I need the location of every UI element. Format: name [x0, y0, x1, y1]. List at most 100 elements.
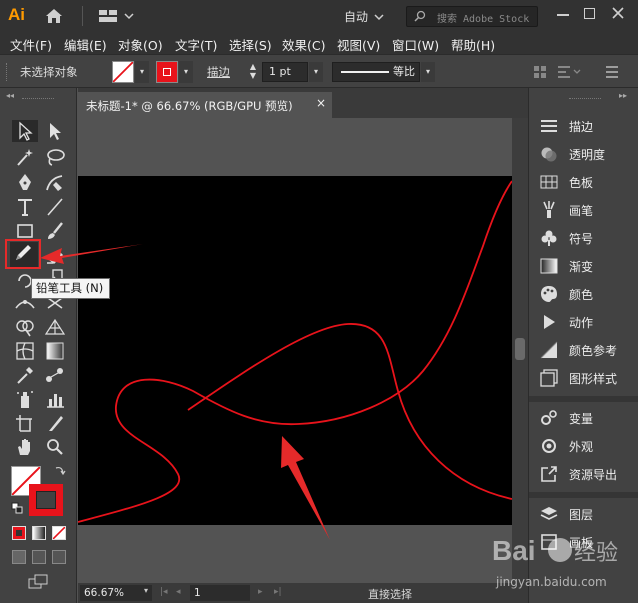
panel-color-guide[interactable]: 颜色参考	[529, 336, 638, 364]
workspace-mode[interactable]: 自动	[344, 8, 368, 25]
gradient-mode-button[interactable]	[32, 526, 46, 540]
blend-tool[interactable]	[42, 364, 68, 386]
menu-effect[interactable]: 效果(C)	[282, 35, 325, 54]
panel-separator	[529, 396, 638, 402]
document-tab[interactable]: 未标题-1* @ 66.67% (RGB/GPU 预览) ×	[78, 92, 332, 118]
draw-normal-icon[interactable]	[12, 550, 26, 564]
panel-separator	[529, 492, 638, 498]
menu-view[interactable]: 视图(V)	[337, 35, 380, 54]
chevron-down-icon[interactable]	[374, 10, 384, 24]
panel-menu-icon[interactable]	[604, 64, 620, 83]
draw-inside-icon[interactable]	[52, 550, 66, 564]
app-logo: Ai	[8, 5, 25, 24]
panel-variables[interactable]: 变量	[529, 404, 638, 432]
stroke-color-box[interactable]	[29, 484, 63, 516]
eyedropper-tool[interactable]	[12, 364, 38, 386]
panel-asset-export[interactable]: 资源导出	[529, 460, 638, 488]
symbol-sprayer-tool[interactable]	[12, 388, 38, 410]
panel-brushes[interactable]: 画笔	[529, 196, 638, 224]
menu-file[interactable]: 文件(F)	[10, 35, 52, 54]
type-tool[interactable]	[12, 196, 38, 218]
transform-icon[interactable]	[556, 64, 582, 83]
stroke-weight-field[interactable]: 1 pt	[262, 62, 308, 82]
column-graph-tool[interactable]	[42, 388, 68, 410]
lasso-tool[interactable]	[42, 146, 68, 168]
prev-page-icon[interactable]: ◂	[176, 587, 181, 597]
svg-text:jingyan.baidu.com: jingyan.baidu.com	[495, 575, 607, 589]
scrollbar-thumb[interactable]	[515, 338, 525, 360]
zoom-dropdown[interactable]: ▾	[144, 586, 148, 595]
magic-wand-tool[interactable]	[12, 146, 38, 168]
panel-layers[interactable]: 图层	[529, 500, 638, 528]
close-tab-button[interactable]: ×	[316, 96, 326, 110]
none-mode-button[interactable]	[52, 526, 66, 540]
panel-swatches[interactable]: 色板	[529, 168, 638, 196]
home-icon[interactable]	[44, 7, 64, 28]
panel-transparency[interactable]: 透明度	[529, 140, 638, 168]
stroke-profile-field[interactable]: 等比	[332, 62, 420, 82]
panel-dock: ▸▸ 描边 透明度 色板 画笔 符号 渐变 颜色 动作 颜色参考 图形样式 变量…	[528, 88, 638, 603]
panel-graphic-styles[interactable]: 图形样式	[529, 364, 638, 392]
minimize-button[interactable]	[557, 14, 569, 16]
status-bar: 66.67% ▾ |◂ ◂ 1 ▸ ▸| 直接选择	[78, 583, 528, 603]
search-icon	[412, 10, 432, 27]
fill-swatch[interactable]	[112, 61, 134, 83]
maximize-button[interactable]	[584, 8, 595, 19]
next-page-icon[interactable]: ▸	[258, 587, 263, 597]
artboard-tool[interactable]	[12, 412, 38, 434]
stroke-label[interactable]: 描边	[207, 64, 230, 80]
watermark-logo: Bai 经验 jingyan.baidu.com	[492, 535, 618, 589]
draw-behind-icon[interactable]	[32, 550, 46, 564]
svg-text:经验: 经验	[574, 541, 618, 566]
menu-object[interactable]: 对象(O)	[118, 35, 163, 54]
menu-help[interactable]: 帮助(H)	[451, 35, 495, 54]
stroke-stepper[interactable]: ▲ ▼	[246, 62, 260, 82]
search-input[interactable]: 搜索 Adobe Stock	[406, 6, 538, 27]
menu-edit[interactable]: 编辑(E)	[64, 35, 107, 54]
page-field[interactable]: 1	[190, 585, 250, 601]
last-page-icon[interactable]: ▸|	[274, 587, 282, 597]
close-icon[interactable]	[610, 5, 626, 24]
vertical-scrollbar[interactable]	[512, 118, 528, 583]
gradient-icon	[540, 258, 558, 274]
color-mode-button[interactable]	[12, 526, 26, 540]
menu-window[interactable]: 窗口(W)	[392, 35, 439, 54]
fill-dropdown[interactable]: ▾	[135, 61, 149, 83]
panel-gradient[interactable]: 渐变	[529, 252, 638, 280]
pointer-arrow-pencil	[40, 244, 143, 264]
default-colors-icon[interactable]	[11, 502, 23, 517]
hand-tool[interactable]	[12, 436, 38, 458]
zoom-tool[interactable]	[42, 436, 68, 458]
menu-select[interactable]: 选择(S)	[229, 35, 272, 54]
curvature-tool[interactable]	[42, 172, 68, 194]
direct-selection-tool[interactable]	[42, 120, 68, 142]
line-segment-tool[interactable]	[42, 196, 68, 218]
mesh-tool[interactable]	[12, 340, 38, 362]
grip-icon	[6, 63, 9, 81]
panel-actions[interactable]: 动作	[529, 308, 638, 336]
shape-builder-tool[interactable]	[12, 316, 38, 338]
menu-type[interactable]: 文字(T)	[175, 35, 217, 54]
selection-tool[interactable]	[12, 120, 38, 142]
layout-icon[interactable]	[98, 8, 134, 27]
search-placeholder: 搜索 Adobe Stock	[437, 14, 530, 25]
zoom-field[interactable]: 66.67%	[80, 585, 152, 601]
collapse-icon[interactable]: ▸▸	[619, 91, 627, 100]
collapse-icon[interactable]: ◂◂	[6, 91, 14, 100]
slice-tool[interactable]	[42, 412, 68, 434]
perspective-grid-tool[interactable]	[42, 316, 68, 338]
stroke-weight-dropdown[interactable]: ▾	[309, 62, 323, 82]
swap-colors-icon[interactable]	[54, 464, 66, 479]
panel-color[interactable]: 颜色	[529, 280, 638, 308]
panel-stroke[interactable]: 描边	[529, 112, 638, 140]
stroke-dropdown[interactable]: ▾	[179, 61, 193, 83]
panel-appearance[interactable]: 外观	[529, 432, 638, 460]
panel-symbols[interactable]: 符号	[529, 224, 638, 252]
first-page-icon[interactable]: |◂	[160, 587, 168, 597]
pen-tool[interactable]	[12, 172, 38, 194]
gradient-tool[interactable]	[42, 340, 68, 362]
align-icon[interactable]	[532, 64, 548, 83]
stroke-swatch[interactable]	[156, 61, 178, 83]
stroke-profile-dropdown[interactable]: ▾	[421, 62, 435, 82]
screen-mode-icon[interactable]	[28, 574, 50, 593]
